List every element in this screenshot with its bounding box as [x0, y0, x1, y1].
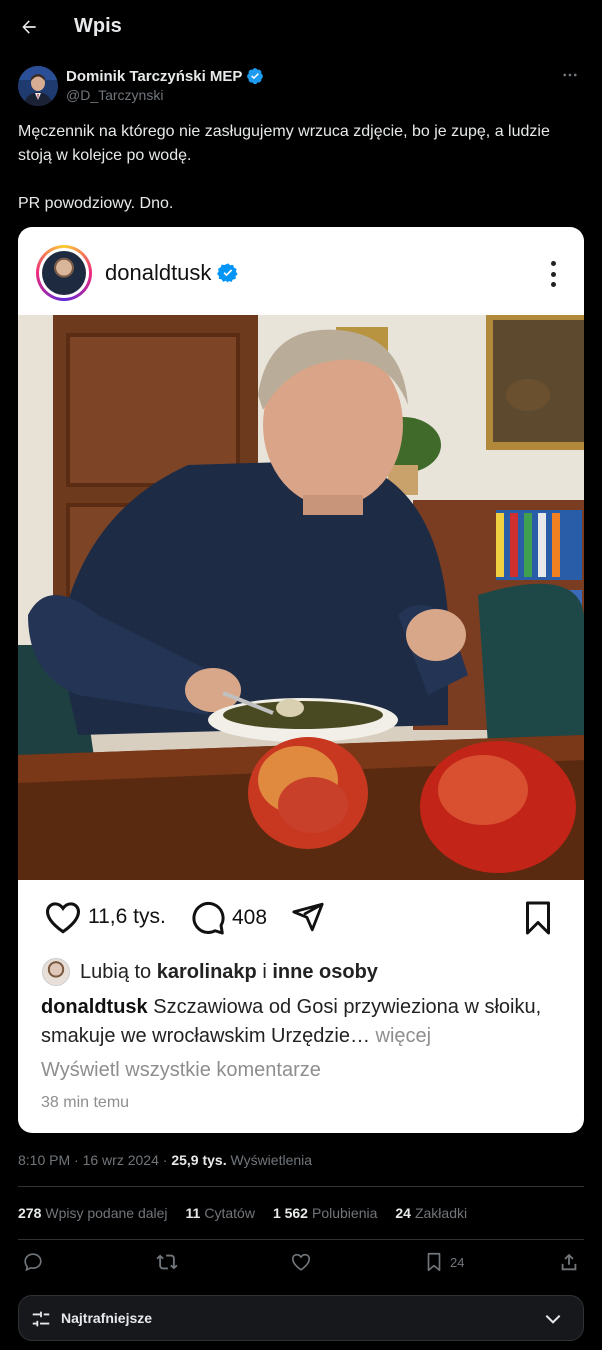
back-button[interactable] [16, 14, 42, 40]
author-name[interactable]: Dominik Tarczyński MEP [66, 67, 264, 85]
ig-photo [18, 315, 584, 880]
tweet-text: Męczennik na którego nie zasługujemy wrz… [18, 120, 578, 216]
bookmarks-stat[interactable]: 24 Zakładki [395, 1205, 467, 1221]
tweet-media-image[interactable]: donaldtusk 11,6 tys. 408 Lubią to karoli… [18, 227, 584, 1133]
tweet-date[interactable]: 16 wrz 2024 [83, 1152, 159, 1168]
likes-stat[interactable]: 1 562 Polubienia [273, 1205, 377, 1221]
bookmark-count: 24 [450, 1254, 465, 1270]
ig-save [522, 900, 554, 936]
ig-like: 11,6 tys. [44, 900, 166, 934]
repost-icon [156, 1254, 178, 1270]
reply-button[interactable] [22, 1251, 44, 1273]
ig-caption: donaldtusk Szczawiowa od Gosi przywiezio… [41, 993, 561, 1051]
heart-icon [45, 902, 81, 934]
avatar[interactable] [18, 66, 58, 106]
divider [18, 1239, 584, 1240]
ig-view-comments: Wyświetl wszystkie komentarze [41, 1059, 321, 1081]
ig-share [290, 900, 326, 934]
view-label: Wyświetlenia [230, 1152, 313, 1168]
share-button[interactable] [558, 1251, 580, 1273]
chevron-down-icon [545, 1314, 561, 1324]
ig-verified-icon [217, 263, 239, 283]
ig-like-count: 11,6 tys. [88, 905, 166, 928]
ig-username: donaldtusk [105, 260, 239, 286]
arrow-left-icon [22, 20, 36, 34]
ig-username-text: donaldtusk [105, 260, 212, 285]
ig-caption-user: donaldtusk [41, 996, 148, 1018]
more-options-button[interactable] [558, 66, 582, 86]
tweet-time[interactable]: 8:10 PM [18, 1152, 70, 1168]
like-button[interactable] [290, 1251, 312, 1273]
ig-liked-by: Lubią to karolinakp i inne osoby [42, 957, 378, 987]
sort-label: Najtrafniejsze [61, 1310, 153, 1326]
quotes-stat[interactable]: 11 Cytatów [186, 1205, 255, 1221]
comment-icon [192, 901, 225, 935]
ig-comment: 408 [190, 900, 267, 936]
heart-icon [291, 1253, 311, 1271]
meta-separator: · [74, 1152, 79, 1168]
ig-liked-by-others: inne osoby [272, 960, 378, 983]
ig-timestamp: 38 min temu [41, 1094, 130, 1111]
meta-separator: · [162, 1152, 168, 1168]
repost-button[interactable] [155, 1251, 179, 1273]
avatar [42, 958, 70, 986]
author-name-text: Dominik Tarczyński MEP [66, 67, 243, 85]
ig-liked-by-user: karolinakp [156, 960, 257, 983]
ig-more-icon [550, 261, 556, 287]
ig-liked-by-joiner: i [262, 960, 267, 983]
header-bar: Wpis [0, 0, 602, 54]
ig-post-header: donaldtusk [18, 227, 584, 315]
sliders-icon [32, 1311, 50, 1327]
reply-sort-dropdown[interactable]: Najtrafniejsze [18, 1295, 584, 1341]
tweet-paragraph: Męczennik na którego nie zasługujemy wrz… [18, 123, 550, 164]
ellipsis-icon [563, 73, 577, 77]
bookmark-icon [526, 901, 550, 935]
tweet-stats: 278 Wpisy podane dalej 11 Cytatów 1 562 Pol… [18, 1205, 467, 1221]
ig-comment-count: 408 [232, 906, 268, 929]
bookmark-icon [427, 1252, 441, 1272]
view-count: 25,9 tys. [171, 1152, 227, 1168]
tweet-paragraph: PR powodziowy. Dno. [18, 195, 174, 212]
ig-caption-more: więcej [375, 1025, 432, 1047]
ig-avatar [36, 245, 92, 301]
tweet-action-bar: 24 [18, 1251, 584, 1277]
tweet-author: Dominik Tarczyński MEP @D_Tarczynski [18, 64, 584, 108]
page-title: Wpis [74, 15, 122, 37]
bookmark-button[interactable]: 24 [424, 1251, 464, 1273]
reposts-stat[interactable]: 278 Wpisy podane dalej [18, 1205, 168, 1221]
ig-action-bar: 11,6 tys. 408 [18, 880, 584, 952]
reply-icon [24, 1253, 42, 1272]
divider [18, 1186, 584, 1187]
author-handle[interactable]: @D_Tarczynski [66, 87, 163, 103]
tweet-meta: 8:10 PM · 16 wrz 2024 · 25,9 tys. Wyświe… [18, 1152, 312, 1168]
verified-badge-icon [247, 68, 264, 85]
ig-liked-by-prefix: Lubią to [80, 960, 152, 983]
share-icon [561, 1253, 577, 1271]
send-icon [292, 902, 324, 932]
